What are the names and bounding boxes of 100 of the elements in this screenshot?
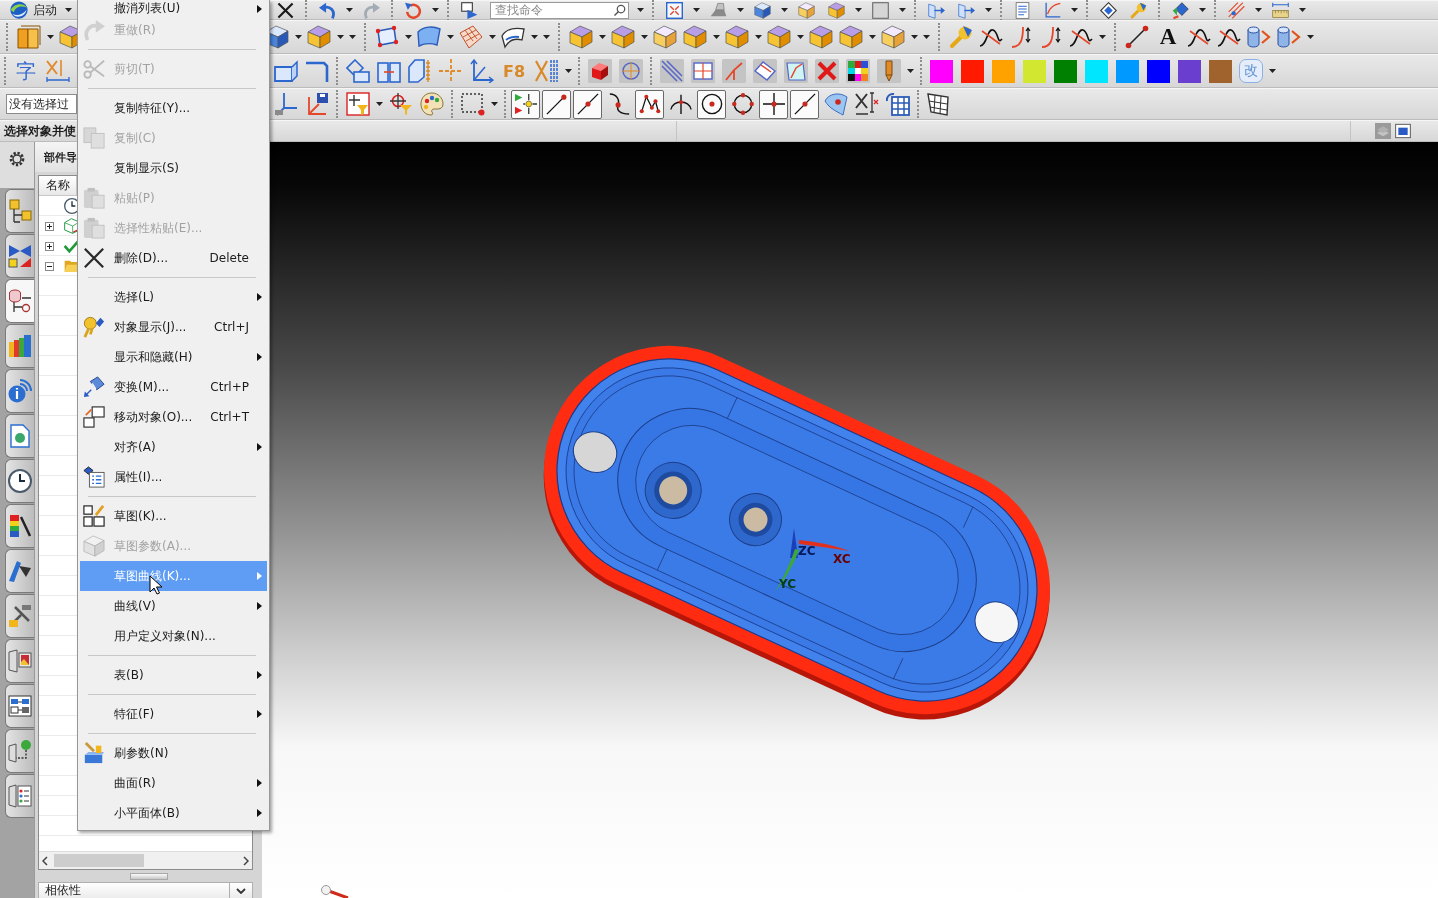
color-swatch-icon[interactable] [1085, 59, 1108, 83]
caret-icon[interactable] [797, 35, 804, 39]
plane-arrow-icon[interactable] [957, 1, 975, 19]
caret-icon[interactable] [855, 8, 862, 12]
caret-icon[interactable] [869, 35, 876, 39]
menu-item[interactable]: 撤消列表(U) [80, 0, 267, 15]
cylinder-icon[interactable] [1277, 25, 1301, 49]
corner-icon[interactable] [304, 59, 329, 83]
search-field[interactable]: 查找命令 [490, 1, 629, 19]
caret-icon[interactable] [432, 8, 439, 12]
resource-tab[interactable] [5, 279, 34, 323]
color-swatch-icon[interactable] [1054, 59, 1077, 83]
dotted-rectangle-icon[interactable] [460, 92, 485, 116]
boxes-icon[interactable] [376, 59, 401, 83]
caret-icon[interactable] [1299, 8, 1306, 12]
caret-icon[interactable] [985, 8, 992, 12]
diamond-icon[interactable] [1171, 1, 1189, 19]
cube-icon[interactable] [797, 1, 815, 19]
list-icon[interactable] [1013, 1, 1031, 19]
square-icon[interactable] [871, 1, 889, 19]
palette-icon[interactable] [419, 92, 444, 116]
splitter-handle[interactable] [129, 872, 168, 880]
caret-icon[interactable] [447, 35, 454, 39]
axes-icon[interactable] [469, 59, 494, 83]
cube-icon[interactable] [307, 25, 331, 49]
column-header[interactable]: 名称 [39, 176, 77, 196]
cube-icon[interactable] [653, 25, 677, 49]
dimension-icon[interactable] [854, 92, 879, 116]
caret-icon[interactable] [641, 35, 648, 39]
curve-icon[interactable] [1039, 25, 1063, 49]
caret-icon[interactable] [1199, 8, 1206, 12]
caret-icon[interactable] [899, 8, 906, 12]
cross-mark-icon[interactable] [276, 1, 294, 19]
hatch-icon[interactable] [659, 59, 684, 83]
mesh-surface-icon[interactable] [459, 25, 483, 49]
color-swatch-icon[interactable] [1116, 59, 1139, 83]
start-button[interactable]: 启动 [0, 1, 77, 19]
color-swatch-icon[interactable] [992, 59, 1015, 83]
caret-icon[interactable] [47, 35, 54, 39]
caret-icon[interactable] [1307, 35, 1314, 39]
caret-icon[interactable] [713, 35, 720, 39]
caret-icon[interactable] [1071, 8, 1078, 12]
cube-icon[interactable] [767, 25, 791, 49]
plane-icon[interactable] [783, 59, 808, 83]
caret-icon[interactable] [295, 35, 302, 39]
plane-icon[interactable] [752, 59, 777, 83]
menu-item[interactable]: 复制特征(Y)... [80, 93, 267, 123]
color-swatch-icon[interactable] [1147, 59, 1170, 83]
scrollbar-thumb[interactable] [54, 854, 144, 867]
grid-icon[interactable] [926, 92, 951, 116]
curve-icon[interactable] [1009, 25, 1033, 49]
color-grid-icon[interactable] [845, 59, 870, 83]
ruler-icon[interactable] [1271, 1, 1289, 19]
filter-icon[interactable] [388, 92, 413, 116]
window-icon[interactable] [1395, 123, 1411, 139]
scroll-left-icon[interactable] [42, 855, 48, 866]
color-swatch-icon[interactable] [961, 59, 984, 83]
axes-icon[interactable] [1043, 1, 1061, 19]
cube-icon[interactable] [569, 25, 593, 49]
shapes-icon[interactable] [345, 59, 370, 83]
surface-icon[interactable] [417, 25, 441, 49]
cube-icon[interactable] [753, 1, 771, 19]
axes-icon[interactable] [273, 92, 298, 116]
resource-tab[interactable] [5, 189, 34, 233]
rotate-arrow-icon[interactable] [404, 1, 422, 19]
box-icon[interactable] [273, 59, 298, 83]
color-swatch-icon[interactable] [1209, 59, 1232, 83]
resource-tab[interactable] [5, 504, 34, 548]
fit-view-icon[interactable] [665, 1, 683, 19]
3d-viewport[interactable]: ZC XC YC [262, 142, 1438, 898]
pencil-icon[interactable] [876, 59, 901, 83]
diamond-icon[interactable] [1099, 1, 1117, 19]
sheet-icon[interactable] [501, 25, 525, 49]
caret-icon[interactable] [637, 8, 644, 12]
surface-icon[interactable] [823, 92, 848, 116]
cube-icon[interactable] [611, 25, 635, 49]
cube-icon[interactable] [683, 25, 707, 49]
caret-icon[interactable] [376, 102, 383, 106]
settings-icon[interactable] [9, 151, 25, 167]
x-bars-icon[interactable] [534, 59, 559, 83]
selection-filter-dropdown[interactable]: 没有选择过 [6, 94, 77, 114]
resource-tab[interactable] [5, 684, 34, 728]
resource-tab[interactable] [5, 594, 34, 638]
expand-icon[interactable] [45, 221, 54, 231]
cube-icon[interactable] [809, 25, 833, 49]
resource-tab[interactable] [5, 549, 34, 593]
caret-icon[interactable] [565, 69, 572, 73]
box-icon[interactable] [690, 59, 715, 83]
search-icon[interactable] [614, 3, 626, 16]
undo-icon[interactable] [318, 1, 336, 19]
book-icon[interactable] [17, 25, 41, 49]
scroll-right-icon[interactable] [243, 855, 249, 866]
caret-icon[interactable] [489, 35, 496, 39]
caret-icon[interactable] [755, 35, 762, 39]
caret-icon[interactable] [599, 35, 606, 39]
color-swatch-icon[interactable] [1023, 59, 1046, 83]
target-icon[interactable] [618, 59, 643, 83]
hatch-icon[interactable] [1227, 1, 1245, 19]
filter-icon[interactable] [345, 92, 370, 116]
caret-icon[interactable] [781, 8, 788, 12]
